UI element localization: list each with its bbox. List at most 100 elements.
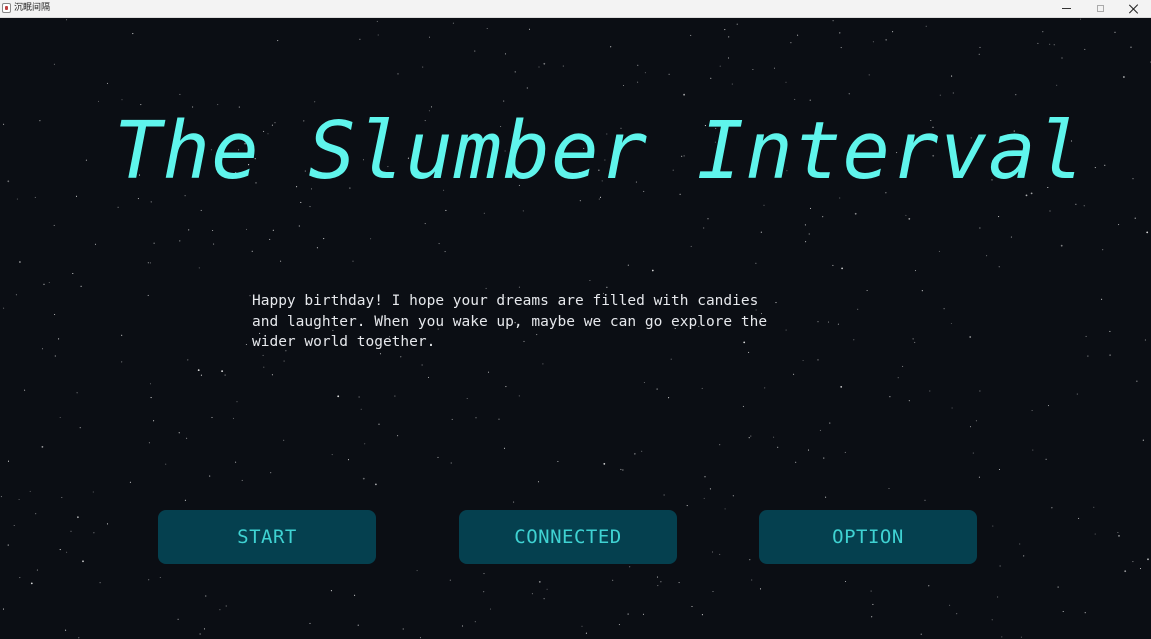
star — [179, 240, 181, 242]
star — [487, 371, 490, 373]
star — [924, 499, 926, 501]
star — [379, 353, 382, 355]
star — [908, 400, 910, 402]
star — [951, 407, 953, 409]
star — [709, 488, 711, 490]
star — [712, 590, 714, 593]
star — [969, 426, 972, 428]
star — [804, 224, 806, 226]
star — [424, 223, 426, 225]
star — [184, 499, 186, 501]
star — [908, 218, 911, 220]
star — [78, 637, 80, 639]
star — [920, 633, 922, 635]
star — [199, 633, 201, 635]
star — [627, 613, 629, 615]
star — [585, 632, 587, 634]
star — [1094, 533, 1096, 535]
star — [121, 99, 123, 101]
star — [829, 422, 831, 424]
star — [354, 594, 356, 596]
window-title: 沉眠间隔 — [14, 3, 51, 13]
star — [378, 423, 380, 425]
star — [1078, 517, 1080, 519]
star — [840, 386, 843, 388]
star — [1123, 76, 1125, 78]
star — [719, 65, 721, 67]
star — [148, 442, 150, 444]
star — [579, 200, 581, 202]
star — [759, 588, 762, 590]
star — [979, 227, 981, 229]
star — [969, 336, 972, 338]
star — [48, 281, 50, 284]
star — [1032, 449, 1034, 451]
star — [736, 23, 738, 25]
star — [1109, 330, 1111, 332]
star — [29, 490, 31, 492]
star — [822, 216, 824, 218]
game-title: The Slumber Interval — [114, 105, 1086, 197]
star — [972, 452, 974, 454]
star — [94, 243, 97, 245]
star — [1053, 44, 1055, 46]
maximize-button[interactable] — [1083, 0, 1117, 17]
star — [794, 98, 796, 100]
star — [187, 359, 189, 361]
star — [1132, 178, 1134, 180]
star — [872, 603, 874, 605]
game-canvas: The Slumber Interval Happy birthday! I h… — [0, 18, 1151, 639]
star — [844, 580, 847, 583]
star — [316, 247, 318, 249]
close-button[interactable] — [1117, 0, 1151, 17]
star — [359, 38, 361, 40]
star — [691, 605, 693, 608]
star — [840, 47, 842, 49]
star — [198, 267, 200, 269]
start-button[interactable]: START — [158, 510, 376, 564]
star — [200, 209, 202, 211]
star — [991, 619, 993, 621]
star — [61, 496, 63, 499]
star — [701, 387, 703, 389]
star — [637, 81, 639, 83]
star — [212, 229, 214, 232]
star — [77, 516, 79, 519]
window-titlebar[interactable]: 沉眠间隔 — [0, 0, 1151, 18]
star — [475, 417, 477, 419]
star — [612, 579, 614, 581]
star — [719, 553, 721, 555]
star — [428, 36, 431, 38]
star — [656, 576, 659, 578]
star — [999, 565, 1001, 567]
minimize-button[interactable] — [1049, 0, 1083, 17]
star — [1132, 561, 1134, 563]
star — [277, 40, 279, 42]
star — [309, 206, 311, 208]
star — [99, 582, 101, 584]
star — [461, 625, 464, 627]
star — [618, 624, 620, 626]
star — [1134, 217, 1136, 219]
star — [1037, 42, 1039, 44]
star — [36, 569, 38, 571]
option-button[interactable]: OPTION — [759, 510, 977, 564]
star — [397, 73, 399, 75]
star — [998, 216, 1000, 218]
star — [1020, 636, 1022, 638]
star — [802, 359, 804, 362]
star — [232, 417, 235, 419]
star — [271, 374, 273, 376]
star — [75, 195, 78, 197]
star — [179, 93, 181, 95]
star — [749, 559, 751, 561]
star — [724, 29, 726, 31]
star — [885, 39, 887, 41]
connected-button[interactable]: CONNECTED — [459, 510, 677, 564]
minimize-icon — [1061, 8, 1071, 9]
star — [213, 243, 215, 245]
star — [72, 272, 74, 275]
star — [943, 308, 945, 310]
star — [474, 50, 476, 52]
star — [531, 593, 533, 595]
